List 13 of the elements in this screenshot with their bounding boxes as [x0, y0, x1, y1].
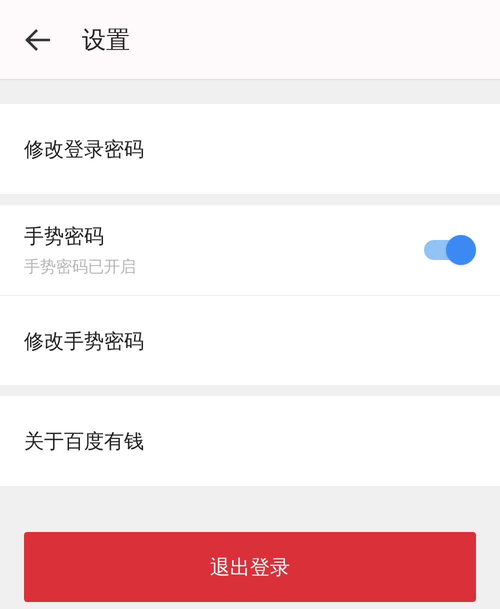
row-label: 手势密码	[24, 223, 105, 250]
settings-row[interactable]: 手势密码 手势密码已开启	[0, 205, 500, 295]
row-label: 关于百度有钱	[24, 428, 144, 455]
row-label: 修改手势密码	[24, 328, 144, 354]
row-subtitle: 手势密码已开启	[24, 256, 137, 278]
settings-row[interactable]: 修改登录密码	[0, 104, 500, 194]
page-title: 设置	[82, 24, 130, 56]
logout-button[interactable]: 退出登录	[24, 532, 476, 602]
toggle-switch[interactable]	[422, 235, 476, 265]
settings-row[interactable]: 修改手势密码	[0, 295, 500, 385]
settings-row[interactable]: 关于百度有钱	[0, 396, 500, 486]
back-icon[interactable]	[24, 28, 52, 52]
row-label: 修改登录密码	[24, 136, 144, 163]
